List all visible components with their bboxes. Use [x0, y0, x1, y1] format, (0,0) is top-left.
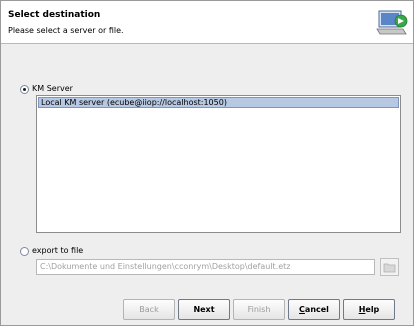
browse-button[interactable]	[380, 258, 399, 276]
export-file-label[interactable]: export to file	[32, 246, 83, 255]
next-button[interactable]: Next	[178, 299, 230, 320]
server-list[interactable]: Local KM server (ecube@iiop://localhost:…	[36, 95, 401, 233]
cancel-label-rest: ancel	[304, 305, 329, 314]
header-subtitle: Please select a server or file.	[8, 26, 124, 35]
cancel-button[interactable]: Cancel	[288, 299, 340, 320]
finish-button[interactable]: Finish	[233, 299, 285, 320]
km-server-label[interactable]: KM Server	[32, 84, 73, 93]
export-path-field[interactable]: C:\Dokumente und Einstellungen\cconrym\D…	[36, 259, 375, 275]
km-server-radio[interactable]	[20, 85, 29, 94]
wizard-dialog: Select destination Please select a serve…	[0, 0, 414, 326]
back-button[interactable]: Back	[123, 299, 175, 320]
header-title: Select destination	[8, 10, 101, 20]
help-button[interactable]: Help	[343, 299, 395, 320]
export-computer-icon	[376, 10, 408, 35]
help-label-rest: elp	[365, 305, 380, 314]
server-list-item[interactable]: Local KM server (ecube@iiop://localhost:…	[38, 97, 399, 108]
folder-icon	[383, 263, 396, 273]
export-file-radio[interactable]	[20, 247, 29, 256]
wizard-header: Select destination Please select a serve…	[1, 1, 413, 44]
